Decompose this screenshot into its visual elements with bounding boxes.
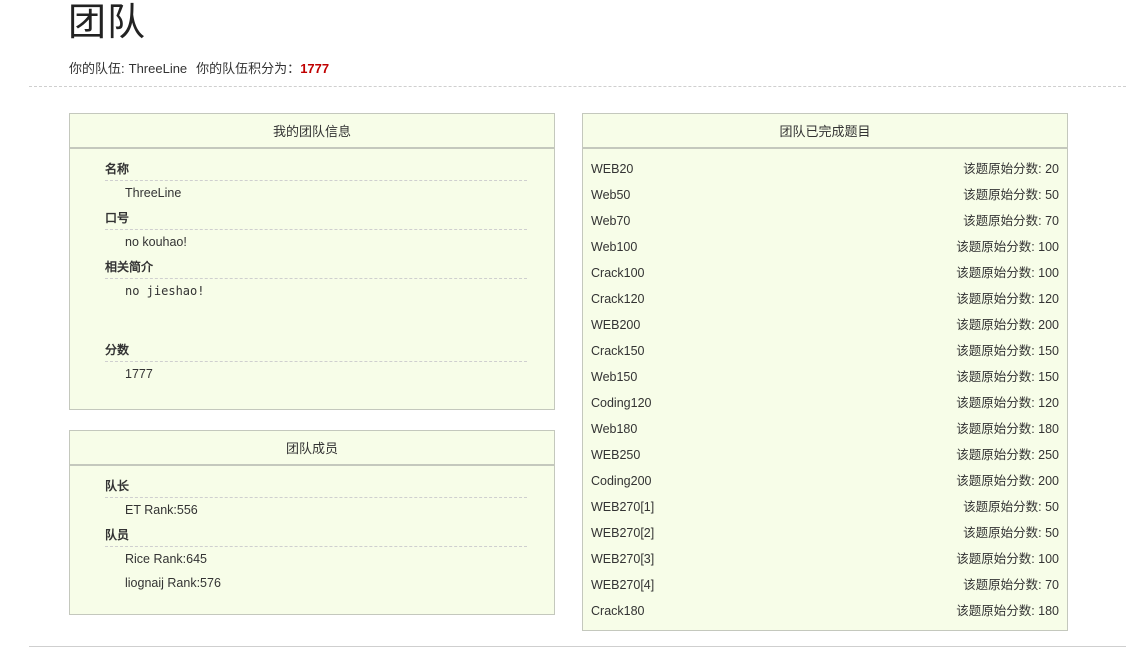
solved-problem-row: Crack150 该题原始分数: 150 [591,340,1059,366]
problem-score: 该题原始分数: 150 [956,370,1059,384]
team-score-field-value: 1777 [125,367,153,381]
problem-name: WEB250 [591,448,641,462]
solved-problem-row: WEB250 该题原始分数: 250 [591,444,1059,470]
problem-score: 该题原始分数: 120 [956,292,1059,306]
team-summary: 你的队伍: ThreeLine 你的队伍积分为：1777 [69,60,329,78]
solved-problem-row: Web100 该题原始分数: 100 [591,236,1059,262]
problem-score: 该题原始分数: 70 [963,214,1059,228]
team-motto-value: no kouhao! [125,235,187,249]
problem-name: Web180 [591,422,638,436]
footer-divider [29,646,1126,647]
team-name: ThreeLine [128,61,188,76]
page-title: 团队 [68,2,147,44]
team-members-panel: 团队成员 队长 ET Rank:556 队员 Rice Rank:645 lio… [69,430,555,615]
solved-problem-row: Crack120 该题原始分数: 120 [591,288,1059,314]
solved-problem-row: Web150 该题原始分数: 150 [591,366,1059,392]
leader-value: ET Rank:556 [125,503,198,517]
team-members-list: 队长 ET Rank:556 队员 Rice Rank:645 liognaij… [70,466,554,595]
problem-score: 该题原始分数: 100 [956,240,1059,254]
problem-score: 该题原始分数: 180 [956,422,1059,436]
solved-problem-row: WEB270[1] 该题原始分数: 50 [591,496,1059,522]
leader-label: 队长 [105,477,527,498]
problem-name: WEB270[4] [591,578,655,592]
problem-score: 该题原始分数: 50 [963,526,1059,540]
team-score-field-label: 分数 [105,341,527,362]
problem-name: Crack180 [591,604,645,618]
member-item: liognaij Rank:576 [125,576,221,590]
solved-problem-row: Web180 该题原始分数: 180 [591,418,1059,444]
problem-score: 该题原始分数: 120 [956,396,1059,410]
problem-name: Crack100 [591,266,645,280]
member-item: Rice Rank:645 [125,552,207,566]
team-score-value: 1777 [300,61,330,76]
solved-problem-row: Web70 该题原始分数: 70 [591,210,1059,236]
solved-problem-row: Coding200 该题原始分数: 200 [591,470,1059,496]
problem-score: 该题原始分数: 20 [963,162,1059,176]
team-intro-label: 相关简介 [105,258,527,279]
problem-name: Coding120 [591,396,652,410]
problem-score: 该题原始分数: 50 [963,500,1059,514]
problem-score: 该题原始分数: 50 [963,188,1059,202]
solved-problem-row: WEB270[4] 该题原始分数: 70 [591,574,1059,600]
problem-score: 该题原始分数: 70 [963,578,1059,592]
problem-score: 该题原始分数: 150 [956,344,1059,358]
problem-name: Web150 [591,370,638,384]
problem-score: 该题原始分数: 200 [956,318,1059,332]
problem-name: Crack120 [591,292,645,306]
problem-name: WEB270[3] [591,552,655,566]
problem-name: WEB20 [591,162,634,176]
solved-problem-row: Coding120 该题原始分数: 120 [591,392,1059,418]
team-motto-label: 口号 [105,209,527,230]
team-info-panel: 我的团队信息 名称 ThreeLine 口号 no kouhao! 相关简介 n… [69,113,555,410]
solved-problem-row: WEB200 该题原始分数: 200 [591,314,1059,340]
problem-name: Web70 [591,214,631,228]
problem-name: WEB200 [591,318,641,332]
team-members-panel-title: 团队成员 [70,431,554,466]
solved-problems-panel: 团队已完成题目 WEB20 该题原始分数: 20 Web50 该题原始分数: 50 … [582,113,1068,631]
solved-problem-row: WEB270[2] 该题原始分数: 50 [591,522,1059,548]
team-name-value: ThreeLine [125,186,182,200]
solved-problem-row: Web50 该题原始分数: 50 [591,184,1059,210]
problem-name: Web50 [591,188,631,202]
team-info-list: 名称 ThreeLine 口号 no kouhao! 相关简介 no jiesh… [70,149,554,386]
problem-score: 该题原始分数: 200 [956,474,1059,488]
solved-problem-row: Crack100 该题原始分数: 100 [591,262,1059,288]
problem-name: Crack150 [591,344,645,358]
header-divider [29,86,1126,87]
team-name-label: 名称 [105,160,527,181]
solved-problem-row: WEB20 该题原始分数: 20 [591,158,1059,184]
problem-name: WEB270[1] [591,500,655,514]
solved-problems-panel-title: 团队已完成题目 [583,114,1067,149]
problem-name: Coding200 [591,474,652,488]
solved-problem-row: WEB270[3] 该题原始分数: 100 [591,548,1059,574]
problem-score: 该题原始分数: 180 [956,604,1059,618]
problem-name: Web100 [591,240,638,254]
team-score-label: 你的队伍积分为： [196,61,301,76]
problem-score: 该题原始分数: 250 [956,448,1059,462]
solved-problems-list: WEB20 该题原始分数: 20 Web50 该题原始分数: 50 Web70 该题原… [583,149,1067,626]
team-intro-value: no jieshao! [125,284,205,298]
problem-score: 该题原始分数: 100 [956,552,1059,566]
team-info-panel-title: 我的团队信息 [70,114,554,149]
problem-score: 该题原始分数: 100 [956,266,1059,280]
members-label: 队员 [105,526,527,547]
solved-problem-row: Crack180 该题原始分数: 180 [591,600,1059,626]
problem-name: WEB270[2] [591,526,655,540]
team-label: 你的队伍: [69,61,125,76]
